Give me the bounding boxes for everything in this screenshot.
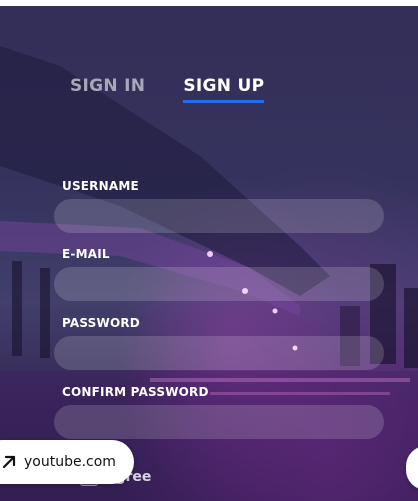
- password-label: PASSWORD: [62, 316, 140, 330]
- tab-sign-in[interactable]: SIGN IN: [70, 76, 145, 103]
- email-input[interactable]: [54, 267, 384, 301]
- signup-panel: SIGN IN SIGN UP USERNAME E-MAIL PASSWORD…: [0, 6, 418, 501]
- username-input[interactable]: [54, 199, 384, 233]
- confirm-password-label: CONFIRM PASSWORD: [62, 385, 209, 399]
- auth-tabs: SIGN IN SIGN UP: [70, 76, 265, 103]
- youtube-link-text: youtube.com: [24, 454, 116, 470]
- external-arrow-icon: [2, 455, 16, 469]
- username-label: USERNAME: [62, 179, 139, 193]
- password-input[interactable]: [54, 336, 384, 370]
- confirm-password-input[interactable]: [54, 405, 384, 439]
- youtube-link-pill[interactable]: youtube.com: [0, 440, 134, 484]
- email-label: E-MAIL: [62, 247, 110, 261]
- tab-sign-up[interactable]: SIGN UP: [183, 76, 265, 103]
